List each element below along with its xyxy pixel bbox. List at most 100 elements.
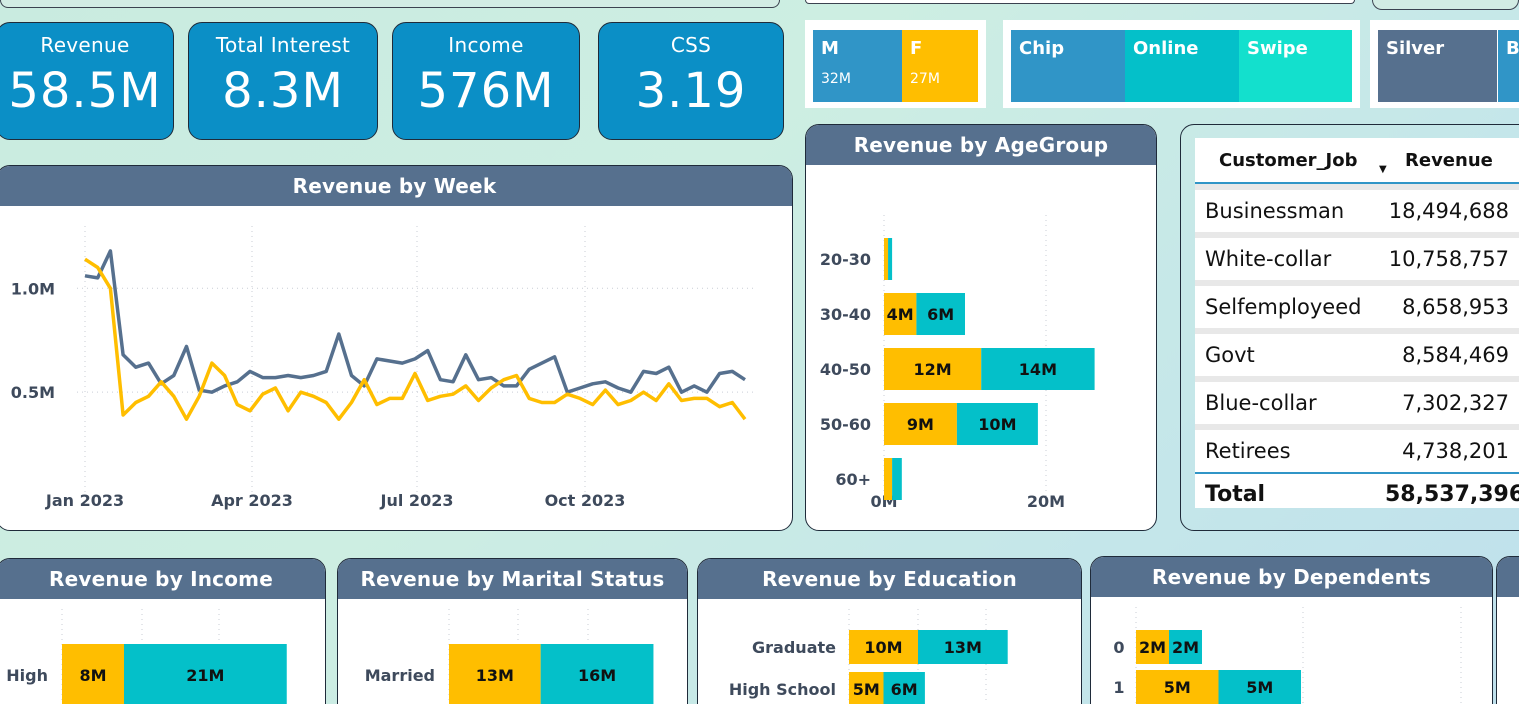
- data-label: 13M: [476, 666, 514, 685]
- kpi-value: 58.5M: [8, 63, 162, 119]
- data-label: 21M: [186, 666, 224, 685]
- panel-title: Revenue by Dependents: [1091, 557, 1492, 597]
- table-body: Businessman 18,494,688 White-collar 10,758,…: [1195, 184, 1519, 472]
- cell-job: Blue-collar: [1205, 391, 1317, 415]
- revenue-by-agegroup-panel: Revenue by AgeGroup 0M 20M 20-30 30-40 4M 6M 4…: [805, 124, 1157, 531]
- table-row[interactable]: Businessman 18,494,688: [1195, 184, 1519, 232]
- table-row[interactable]: Blue-collar 7,302,327: [1195, 376, 1519, 424]
- panel-title: Revenue by Education: [698, 559, 1081, 599]
- cell-revenue: 18,494,688: [1388, 199, 1509, 223]
- week-line-chart[interactable]: Jan 2023 Apr 2023 Jul 2023 Oct 2023 1.0M 0.5M: [0, 206, 793, 531]
- bar-segment-m: [892, 458, 902, 500]
- kpi-revenue: Revenue 58.5M: [0, 22, 174, 140]
- y-tick-label: 0: [1113, 638, 1124, 657]
- data-label: 10M: [864, 638, 902, 657]
- panel-title: Revenue by Income: [0, 559, 325, 599]
- data-label: 8M: [79, 666, 106, 685]
- tile-label: Online: [1133, 38, 1199, 59]
- dependents-bar-chart[interactable]: 0 2M 2M 1 5M 5M: [1091, 597, 1493, 704]
- data-label: 13M: [944, 638, 982, 657]
- income-bar-chart[interactable]: High 8M 21M: [0, 599, 326, 704]
- data-label: 4M: [887, 305, 914, 324]
- cell-job: Retirees: [1205, 439, 1291, 463]
- gender-tile-f[interactable]: F 27M: [902, 30, 978, 102]
- y-tick-label: High School: [729, 680, 836, 699]
- tile-value: 32M: [821, 71, 851, 87]
- kpi-label: Total Interest: [215, 33, 351, 57]
- panel-title-strip: [1497, 557, 1519, 597]
- education-bar-chart[interactable]: Graduate 10M 13M High School 5M 6M: [698, 599, 1082, 704]
- data-label: 2M: [1139, 638, 1166, 657]
- table-row[interactable]: White-collar 10,758,757: [1195, 232, 1519, 280]
- total-value: 58,537,396: [1385, 481, 1519, 507]
- col-header-revenue[interactable]: ▼ Revenue: [1379, 149, 1519, 175]
- kpi-income: Income 576M: [392, 22, 580, 140]
- bar-segment-f: [884, 238, 889, 280]
- panel-title: Revenue by Week: [0, 166, 792, 206]
- channel-tile-chip[interactable]: Chip: [1011, 30, 1125, 102]
- y-tick-label: High: [6, 666, 48, 685]
- data-label: 5M: [853, 680, 880, 699]
- col-header-job[interactable]: Customer_Job: [1195, 150, 1385, 171]
- data-label: 6M: [891, 680, 918, 699]
- y-tick-label: Married: [365, 666, 435, 685]
- y-tick-label: 1.0M: [11, 279, 55, 298]
- channel-tile-online[interactable]: Online: [1125, 30, 1239, 102]
- bar-segment-m: [888, 238, 893, 280]
- cell-revenue: 4,738,201: [1402, 439, 1509, 463]
- panel-title: Revenue by Marital Status: [338, 559, 687, 599]
- col-header-label: Revenue: [1405, 149, 1493, 171]
- total-label: Total: [1205, 481, 1266, 507]
- data-label: 14M: [1019, 360, 1057, 379]
- data-label: 9M: [907, 415, 934, 434]
- channel-slicer: Chip Online Swipe: [1003, 20, 1360, 108]
- revenue-by-dependents-panel: Revenue by Dependents 0 2M 2M 1 5M 5M: [1090, 556, 1493, 704]
- tile-label: Chip: [1019, 38, 1065, 59]
- bar-segment-f: [884, 458, 893, 500]
- y-tick-label: 1: [1113, 678, 1124, 697]
- data-label: 6M: [927, 305, 954, 324]
- card-tile-silver[interactable]: Silver: [1378, 30, 1497, 102]
- table-row[interactable]: Retirees 4,738,201: [1195, 424, 1519, 472]
- cell-revenue: 8,584,469: [1402, 343, 1509, 367]
- series-line-0: [84, 249, 746, 394]
- y-tick-label: Graduate: [752, 638, 836, 657]
- tile-label: F: [910, 38, 923, 59]
- kpi-value: 8.3M: [222, 63, 344, 119]
- cell-job: Businessman: [1205, 199, 1345, 223]
- y-tick-label: 40-50: [820, 360, 871, 379]
- cell-job: Selfemployeed: [1205, 295, 1362, 319]
- agegroup-bar-chart[interactable]: 0M 20M20-3030-40 4M 6M40-50 12M 14M50-60 9M 10M…: [806, 165, 1157, 531]
- data-label: 5M: [1164, 678, 1191, 697]
- channel-tile-swipe[interactable]: Swipe: [1239, 30, 1352, 102]
- x-tick-label: Jan 2023: [45, 491, 124, 510]
- table-row[interactable]: Selfemployeed 8,658,953: [1195, 280, 1519, 328]
- tile-label: Silver: [1386, 38, 1445, 59]
- y-tick-label: 50-60: [820, 415, 871, 434]
- data-label: 10M: [978, 415, 1016, 434]
- kpi-value: 3.19: [635, 63, 747, 119]
- tile-value: 27M: [910, 71, 940, 87]
- revenue-by-income-panel: Revenue by Income High 8M 21M: [0, 558, 326, 704]
- data-label: 16M: [578, 666, 616, 685]
- gender-tile-m[interactable]: M 32M: [813, 30, 902, 102]
- top-left-strip: [0, 0, 780, 8]
- cell-revenue: 8,658,953: [1402, 295, 1509, 319]
- x-tick-label: 20M: [1027, 492, 1065, 511]
- y-tick-label: 30-40: [820, 305, 871, 324]
- card-slicer: Silver B: [1370, 20, 1519, 108]
- kpi-css: CSS 3.19: [598, 22, 784, 140]
- tile-label: B: [1506, 38, 1519, 59]
- marital-bar-chart[interactable]: Married 13M 16M: [338, 599, 688, 704]
- kpi-label: Income: [448, 33, 524, 57]
- cell-revenue: 10,758,757: [1388, 247, 1509, 271]
- card-tile-b[interactable]: B: [1498, 30, 1519, 102]
- job-table: Customer_Job ▼ Revenue Businessman 18,494…: [1195, 138, 1519, 514]
- series-line-1: [84, 257, 747, 421]
- table-row[interactable]: Govt 8,584,469: [1195, 328, 1519, 376]
- kpi-label: CSS: [670, 33, 712, 57]
- x-tick-label: Apr 2023: [211, 491, 293, 510]
- revenue-by-marital-panel: Revenue by Marital Status Married 13M 16M: [337, 558, 688, 704]
- x-tick-label: Jul 2023: [380, 491, 454, 510]
- top-right-strip: [1372, 0, 1519, 10]
